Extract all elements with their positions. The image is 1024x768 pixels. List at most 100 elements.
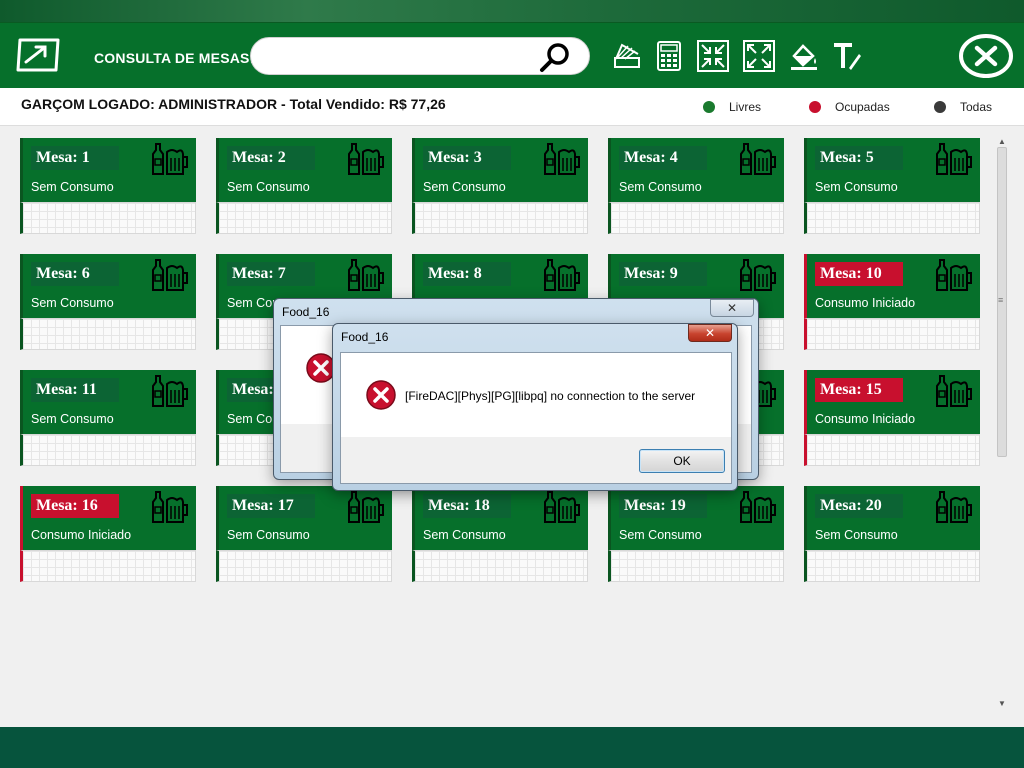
table-card[interactable]: Mesa: 18 Sem Consumo (412, 486, 588, 582)
palette-icon[interactable] (612, 40, 644, 72)
table-card-header[interactable]: Mesa: 3 Sem Consumo (412, 138, 588, 202)
table-card[interactable]: Mesa: 2 Sem Consumo (216, 138, 392, 234)
drinks-icon (348, 259, 384, 291)
table-card-header[interactable]: Mesa: 10 Consumo Iniciado (804, 254, 980, 318)
table-status: Sem Consumo (619, 180, 702, 194)
table-card-header[interactable]: Mesa: 6 Sem Consumo (20, 254, 196, 318)
drinks-icon (152, 259, 188, 291)
legend-occupied-dot (809, 101, 821, 113)
search-label: CONSULTA DE MESAS: (94, 50, 255, 66)
table-card-body[interactable] (412, 550, 588, 582)
expand-icon[interactable] (743, 40, 775, 72)
table-status: Consumo Iniciado (815, 296, 916, 310)
app-logo-icon[interactable] (14, 36, 62, 74)
app-header: CONSULTA DE MESAS: (0, 22, 1024, 88)
table-card-header[interactable]: Mesa: 20 Sem Consumo (804, 486, 980, 550)
table-card-body[interactable] (412, 202, 588, 234)
legend-all[interactable]: Todas (934, 100, 992, 114)
table-card[interactable]: Mesa: 1 Sem Consumo (20, 138, 196, 234)
table-card[interactable]: Mesa: 10 Consumo Iniciado (804, 254, 980, 350)
table-status: Sem Consumo (423, 528, 506, 542)
drinks-icon (936, 259, 972, 291)
table-card[interactable]: Mesa: 3 Sem Consumo (412, 138, 588, 234)
table-card-body[interactable] (216, 202, 392, 234)
legend-all-label: Todas (960, 100, 993, 114)
table-status: Consumo Iniciado (815, 412, 916, 426)
table-card-header[interactable]: Mesa: 4 Sem Consumo (608, 138, 784, 202)
collapse-icon[interactable] (697, 40, 729, 72)
calculator-icon[interactable] (653, 40, 685, 72)
table-status: Sem Consumo (423, 180, 506, 194)
table-card-header[interactable]: Mesa: 18 Sem Consumo (412, 486, 588, 550)
scroll-grip-icon: ≡ (998, 295, 1004, 305)
table-card-header[interactable]: Mesa: 5 Sem Consumo (804, 138, 980, 202)
table-number: Mesa: 20 (815, 494, 903, 518)
legend-occupied[interactable]: Ocupadas (809, 100, 890, 114)
table-card-body[interactable] (216, 550, 392, 582)
table-card[interactable]: Mesa: 4 Sem Consumo (608, 138, 784, 234)
text-format-icon[interactable] (831, 40, 863, 72)
table-number: Mesa: 2 (227, 146, 315, 170)
table-card-body[interactable] (804, 318, 980, 350)
table-card[interactable]: Mesa: 15 Consumo Iniciado (804, 370, 980, 466)
dialog-close-button[interactable]: ✕ (688, 324, 732, 342)
table-card-header[interactable]: Mesa: 19 Sem Consumo (608, 486, 784, 550)
search-input[interactable] (265, 46, 535, 68)
drinks-icon (936, 143, 972, 175)
table-card-header[interactable]: Mesa: 16 Consumo Iniciado (20, 486, 196, 550)
table-number: Mesa: 4 (619, 146, 707, 170)
table-card-body[interactable] (20, 434, 196, 466)
dialog-back-close-button[interactable]: ✕ (710, 299, 754, 317)
fill-icon[interactable] (788, 40, 820, 72)
table-number: Mesa: 9 (619, 262, 707, 286)
table-card-body[interactable] (804, 550, 980, 582)
table-number: Mesa: 8 (423, 262, 511, 286)
drinks-icon (544, 491, 580, 523)
drinks-icon (152, 491, 188, 523)
scroll-up-arrow[interactable]: ▲ (997, 137, 1007, 147)
logged-user-info: GARÇOM LOGADO: ADMINISTRADOR - Total Ven… (21, 96, 446, 112)
drinks-icon (152, 143, 188, 175)
table-card[interactable]: Mesa: 11 Sem Consumo (20, 370, 196, 466)
table-card[interactable]: Mesa: 16 Consumo Iniciado (20, 486, 196, 582)
table-number: Mesa: 17 (227, 494, 315, 518)
table-status: Consumo Iniciado (31, 528, 132, 542)
table-status: Sem Consumo (815, 180, 898, 194)
table-number: Mesa: 7 (227, 262, 315, 286)
drinks-icon (740, 143, 776, 175)
close-app-icon[interactable] (958, 33, 1014, 79)
table-status: Sem Consumo (619, 528, 702, 542)
legend-free[interactable]: Livres (703, 100, 761, 114)
table-number: Mesa: 19 (619, 494, 707, 518)
table-card[interactable]: Mesa: 6 Sem Consumo (20, 254, 196, 350)
drinks-icon (740, 491, 776, 523)
table-number: Mesa: 6 (31, 262, 119, 286)
search-icon[interactable] (537, 41, 573, 73)
table-card-header[interactable]: Mesa: 11 Sem Consumo (20, 370, 196, 434)
table-card-body[interactable] (804, 202, 980, 234)
table-card[interactable]: Mesa: 5 Sem Consumo (804, 138, 980, 234)
table-card-body[interactable] (20, 550, 196, 582)
table-card[interactable]: Mesa: 20 Sem Consumo (804, 486, 980, 582)
vertical-scrollbar[interactable]: ▲ ≡ ▼ (994, 137, 1010, 713)
table-card-header[interactable]: Mesa: 15 Consumo Iniciado (804, 370, 980, 434)
table-card-body[interactable] (20, 318, 196, 350)
table-card-body[interactable] (20, 202, 196, 234)
dialog-client: [FireDAC][Phys][PG][libpq] no connection… (340, 352, 732, 484)
table-card-header[interactable]: Mesa: 17 Sem Consumo (216, 486, 392, 550)
table-card-header[interactable]: Mesa: 2 Sem Consumo (216, 138, 392, 202)
search-box[interactable] (250, 37, 590, 75)
dialog-footer: OK (341, 437, 731, 483)
ok-button[interactable]: OK (639, 449, 725, 473)
error-dialog[interactable]: Food_16 ✕ [FireDAC][Phys][PG][libpq] no … (332, 323, 738, 491)
table-card-body[interactable] (804, 434, 980, 466)
table-number: Mesa: 10 (815, 262, 903, 286)
table-card[interactable]: Mesa: 19 Sem Consumo (608, 486, 784, 582)
scroll-down-arrow[interactable]: ▼ (997, 699, 1007, 709)
dialog-back-title: Food_16 (282, 305, 330, 319)
table-card-header[interactable]: Mesa: 1 Sem Consumo (20, 138, 196, 202)
table-card-body[interactable] (608, 550, 784, 582)
table-card[interactable]: Mesa: 17 Sem Consumo (216, 486, 392, 582)
drinks-icon (348, 491, 384, 523)
table-card-body[interactable] (608, 202, 784, 234)
